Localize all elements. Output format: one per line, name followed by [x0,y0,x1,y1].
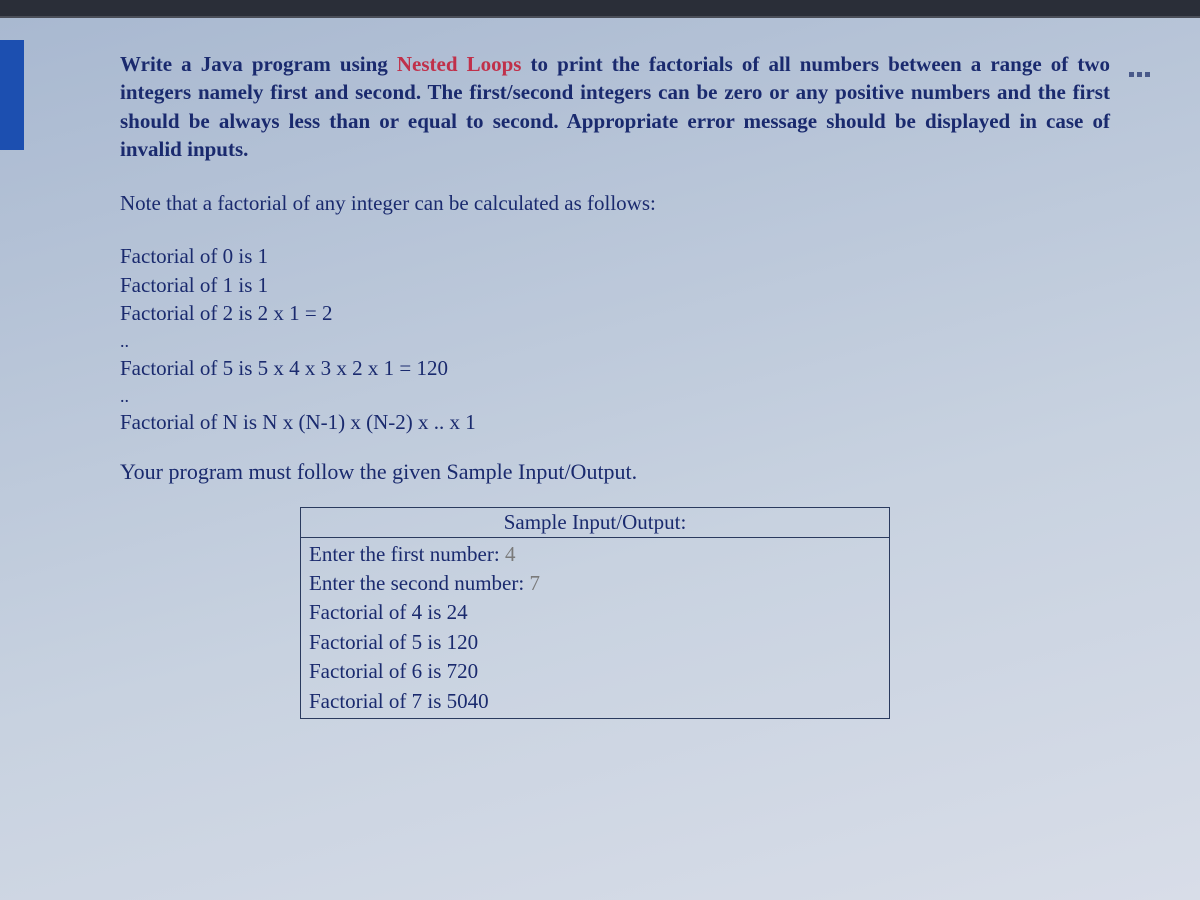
para-text: integers can be zero or any positive num… [573,80,1072,104]
sample-prompt: Enter the first number: [309,542,505,566]
sample-line: Factorial of 6 is 720 [309,657,881,686]
question-paragraph: Write a Java program using Nested Loops … [120,50,1110,163]
para-bold: second [355,80,416,104]
factorial-line: Factorial of 2 is 2 x 1 = 2 [120,299,1110,327]
para-bold: first/second [469,80,573,104]
window-frame-top [0,0,1200,18]
para-bold: second [493,109,554,133]
more-icon [1145,72,1150,77]
instruction-text: Your program must follow the given Sampl… [120,459,1110,485]
sample-header-cell: Sample Input/Output: [301,507,890,537]
para-bold: first [270,80,307,104]
ellipsis: .. [120,384,1110,408]
para-highlight-red: Nested Loops [397,52,522,76]
note-text: Note that a factorial of any integer can… [120,191,1110,216]
factorial-line: Factorial of 5 is 5 x 4 x 3 x 2 x 1 = 12… [120,354,1110,382]
sample-line: Enter the first number: 4 [309,540,881,569]
factorial-line: Factorial of N is N x (N-1) x (N-2) x ..… [120,408,1110,436]
side-tab-marker [0,40,24,150]
more-icon [1129,72,1134,77]
sample-line: Factorial of 5 is 120 [309,628,881,657]
sample-line: Factorial of 7 is 5040 [309,687,881,716]
more-icon [1137,72,1142,77]
factorial-examples: Factorial of 0 is 1 Factorial of 1 is 1 … [120,242,1110,436]
para-text: Write a Java program using [120,52,397,76]
factorial-line: Factorial of 1 is 1 [120,271,1110,299]
sample-input-value: 4 [505,542,516,566]
para-text: should be always less than or equal to [120,109,493,133]
para-text: . The [416,80,470,104]
sample-prompt: Enter the second number: [309,571,529,595]
sample-table: Sample Input/Output: Enter the first num… [300,507,890,719]
more-options-button[interactable] [1124,62,1154,86]
table-row: Enter the first number: 4 Enter the seco… [301,537,890,718]
question-content: Write a Java program using Nested Loops … [120,50,1110,719]
factorial-line: Factorial of 0 is 1 [120,242,1110,270]
para-text: and [308,80,356,104]
sample-io-box: Sample Input/Output: Enter the first num… [300,507,890,719]
sample-line: Factorial of 4 is 24 [309,598,881,627]
sample-body-cell: Enter the first number: 4 Enter the seco… [301,537,890,718]
sample-line: Enter the second number: 7 [309,569,881,598]
sample-input-value: 7 [529,571,540,595]
para-bold: first [1073,80,1110,104]
table-row: Sample Input/Output: [301,507,890,537]
ellipsis: .. [120,329,1110,353]
